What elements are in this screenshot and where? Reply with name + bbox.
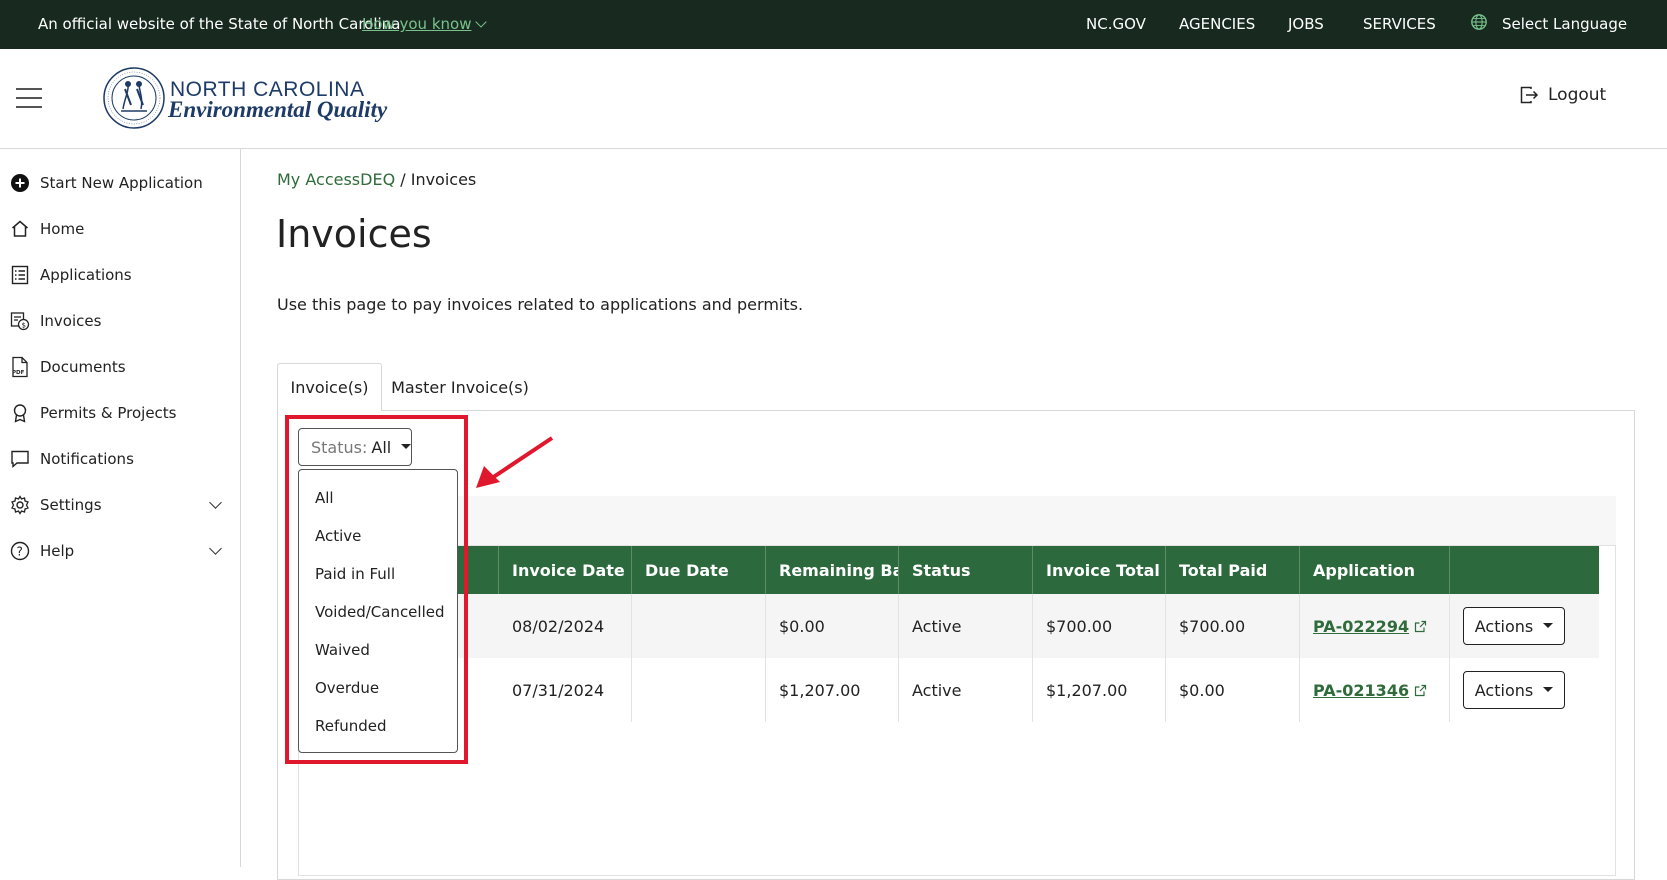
cell-status: Active (899, 658, 1033, 722)
invoices-icon: $ (10, 311, 30, 331)
home-icon (10, 219, 30, 239)
page-title: Invoices (276, 212, 432, 256)
table-header: Invoice Date Due Date Remaining Balance … (298, 546, 1599, 594)
nav-agencies[interactable]: AGENCIES (1179, 15, 1255, 33)
sidebar-item-invoices[interactable]: $ Invoices (10, 309, 232, 333)
table-toolbar (298, 496, 1616, 546)
cell-total-paid: $0.00 (1166, 658, 1300, 722)
logout-icon (1520, 86, 1539, 104)
cell-invoice-date: 08/02/2024 (499, 594, 632, 658)
column-header-actions (1450, 546, 1599, 594)
official-banner: An official website of the State of Nort… (0, 0, 1667, 49)
sidebar-item-label: Applications (40, 266, 132, 284)
sidebar: Start New Application Home Applications … (0, 149, 241, 867)
sidebar-item-label: Documents (40, 358, 126, 376)
column-header-remaining-balance[interactable]: Remaining Balance (766, 546, 899, 594)
nav-jobs[interactable]: JOBS (1288, 15, 1324, 33)
cell-status: Active (899, 594, 1033, 658)
nav-services[interactable]: SERVICES (1363, 15, 1436, 33)
cell-total-paid: $700.00 (1166, 594, 1300, 658)
column-header-invoice-date[interactable]: Invoice Date (499, 546, 632, 594)
column-header-due-date[interactable]: Due Date (632, 546, 766, 594)
table-row: 08/02/2024 $0.00 Active $700.00 $700.00 … (298, 594, 1599, 658)
breadcrumb: My AccessDEQ / Invoices (277, 170, 476, 189)
chevron-down-icon (475, 16, 488, 28)
sidebar-item-documents[interactable]: PDF Documents (10, 355, 232, 379)
site-header: NORTH CAROLINA Environmental Quality Log… (0, 49, 1667, 149)
cell-due-date (632, 658, 766, 722)
cell-actions: Actions (1450, 594, 1599, 658)
chevron-down-icon (209, 542, 222, 555)
sidebar-item-label: Settings (40, 496, 102, 514)
cell-invoice-date: 07/31/2024 (499, 658, 632, 722)
cell-application: PA-021346 (1300, 658, 1450, 722)
how-you-know-link[interactable]: How you know (362, 15, 488, 33)
sidebar-item-applications[interactable]: Applications (10, 263, 232, 287)
logout-button[interactable]: Logout (1520, 85, 1606, 105)
sidebar-item-notifications[interactable]: Notifications (10, 447, 232, 471)
column-header-invoice-total[interactable]: Invoice Total (1033, 546, 1166, 594)
help-icon: ? (10, 541, 30, 561)
application-link[interactable]: PA-022294 (1313, 617, 1409, 636)
cell-due-date (632, 594, 766, 658)
sidebar-item-label: Home (40, 220, 85, 238)
application-link[interactable]: PA-021346 (1313, 681, 1409, 700)
external-link-icon (1414, 684, 1427, 696)
sidebar-item-label: Invoices (40, 312, 102, 330)
nc-state-seal-logo[interactable] (103, 67, 165, 129)
sidebar-item-label: Permits & Projects (40, 404, 177, 422)
pdf-document-icon: PDF (10, 356, 30, 378)
actions-label: Actions (1474, 616, 1534, 636)
actions-button[interactable]: Actions (1463, 607, 1565, 645)
select-language-link[interactable]: Select Language (1502, 15, 1627, 33)
annotation-arrow-icon (476, 436, 554, 488)
sidebar-item-help[interactable]: ? Help (10, 539, 232, 563)
sidebar-item-settings[interactable]: Settings (10, 493, 232, 517)
tab-invoices[interactable]: Invoice(s) (277, 363, 382, 411)
breadcrumb-separator: / (395, 170, 411, 189)
official-site-text: An official website of the State of Nort… (38, 15, 401, 33)
caret-down-icon (1543, 686, 1554, 692)
tab-master-invoices[interactable]: Master Invoice(s) (386, 363, 534, 411)
how-you-know-label: How you know (362, 15, 472, 33)
sidebar-item-home[interactable]: Home (10, 217, 232, 241)
brand-line-2: Environmental Quality (168, 97, 388, 122)
cell-application: PA-022294 (1300, 594, 1450, 658)
hamburger-menu-icon[interactable] (16, 88, 42, 108)
column-header-status[interactable]: Status (899, 546, 1033, 594)
cell-remaining-balance: $0.00 (766, 594, 899, 658)
chevron-down-icon (209, 496, 222, 509)
breadcrumb-link-my-accessdeq[interactable]: My AccessDEQ (277, 170, 395, 189)
svg-text:PDF: PDF (12, 370, 25, 376)
logout-label: Logout (1548, 85, 1607, 105)
column-header-application[interactable]: Application (1300, 546, 1450, 594)
sidebar-item-label: Help (40, 542, 75, 560)
caret-down-icon (1543, 622, 1554, 628)
page-description: Use this page to pay invoices related to… (277, 295, 804, 314)
annotation-highlight-box (285, 415, 468, 764)
cell-actions: Actions (1450, 658, 1599, 722)
sidebar-item-permits-projects[interactable]: Permits & Projects (10, 401, 232, 425)
svg-text:?: ? (17, 545, 23, 559)
chat-icon (10, 449, 30, 469)
sidebar-item-label: Start New Application (40, 174, 203, 192)
award-icon (10, 403, 30, 423)
column-header-total-paid[interactable]: Total Paid (1166, 546, 1300, 594)
actions-label: Actions (1474, 680, 1534, 700)
table-row: 07/31/2024 $1,207.00 Active $1,207.00 $0… (298, 658, 1599, 722)
cell-invoice-total: $700.00 (1033, 594, 1166, 658)
plus-circle-icon (10, 173, 30, 193)
sidebar-item-start-new-application[interactable]: Start New Application (10, 171, 232, 195)
applications-icon (10, 265, 30, 285)
globe-icon (1471, 14, 1487, 30)
breadcrumb-current: Invoices (410, 170, 477, 189)
external-link-icon (1414, 620, 1427, 632)
actions-button[interactable]: Actions (1463, 671, 1565, 709)
svg-text:$: $ (22, 322, 26, 330)
gear-icon (10, 495, 30, 515)
cell-invoice-total: $1,207.00 (1033, 658, 1166, 722)
cell-remaining-balance: $1,207.00 (766, 658, 899, 722)
nav-ncgov[interactable]: NC.GOV (1086, 15, 1146, 33)
sidebar-item-label: Notifications (40, 450, 134, 468)
